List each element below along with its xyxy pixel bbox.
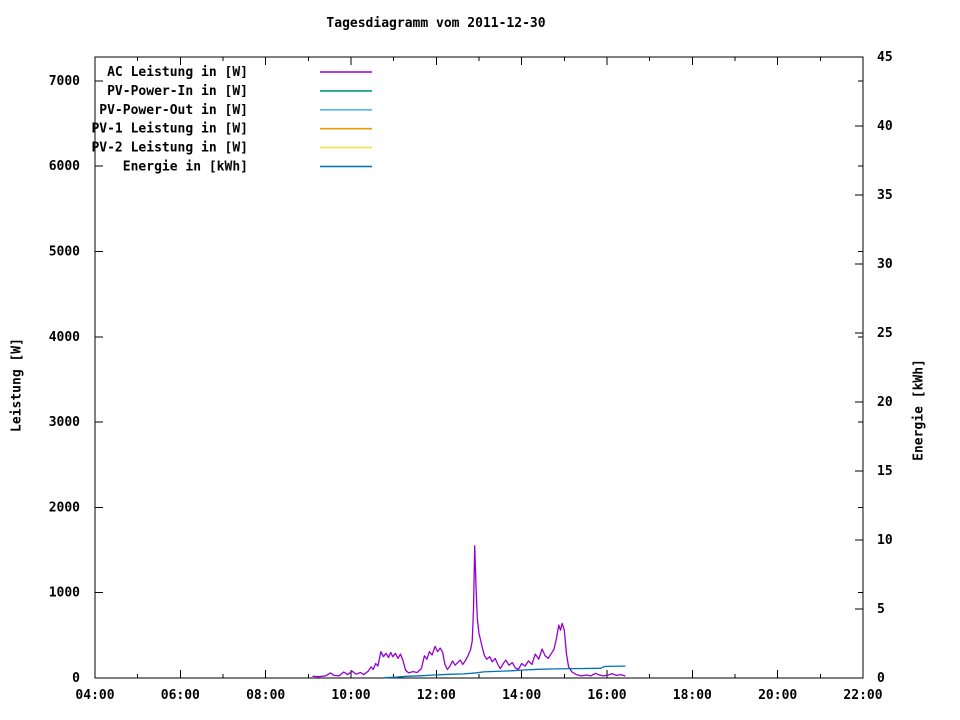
legend-label: PV-Power-In in [W] (107, 84, 248, 99)
x-tick-label: 10:00 (331, 688, 370, 703)
legend-label: PV-Power-Out in [W] (99, 103, 248, 118)
y-tick-label: 5000 (49, 244, 80, 259)
x-tick-label: 06:00 (161, 688, 200, 703)
y2-tick-label: 10 (877, 533, 893, 548)
y-tick-label: 0 (72, 671, 80, 686)
y2-tick-label: 40 (877, 119, 893, 134)
y2-tick-label: 20 (877, 395, 893, 410)
y2-tick-label: 35 (877, 188, 893, 203)
x-tick-label: 22:00 (843, 688, 882, 703)
y-tick-label: 6000 (49, 159, 80, 174)
y-tick-label: 3000 (49, 415, 80, 430)
legend-label: AC Leistung in [W] (107, 65, 248, 80)
y2-tick-label: 25 (877, 326, 893, 341)
chart-canvas: Tagesdiagramm vom 2011-12-30 Leistung [W… (0, 0, 960, 720)
y-tick-label: 2000 (49, 500, 80, 515)
y-tick-label: 1000 (49, 586, 80, 601)
x-tick-label: 04:00 (75, 688, 114, 703)
y-tick-label: 4000 (49, 330, 80, 345)
y2-tick-label: 0 (877, 671, 885, 686)
legend-label: Energie in [kWh] (123, 160, 248, 175)
x-tick-label: 18:00 (673, 688, 712, 703)
y2-tick-label: 45 (877, 50, 893, 65)
y2-tick-label: 15 (877, 464, 893, 479)
x-tick-label: 16:00 (587, 688, 626, 703)
series-ac-leistung-in-w (312, 545, 626, 678)
x-tick-label: 08:00 (246, 688, 285, 703)
y2-tick-label: 5 (877, 602, 885, 617)
x-tick-label: 20:00 (758, 688, 797, 703)
x-tick-label: 12:00 (417, 688, 456, 703)
y2-tick-label: 30 (877, 257, 893, 272)
y-tick-label: 7000 (49, 74, 80, 89)
legend-label: PV-1 Leistung in [W] (91, 122, 248, 137)
x-tick-label: 14:00 (502, 688, 541, 703)
legend-label: PV-2 Leistung in [W] (91, 141, 248, 156)
plot-area: 04:00 06:00 08:00 10:00 12:00 14:00 16:00 18:00… (49, 50, 893, 703)
